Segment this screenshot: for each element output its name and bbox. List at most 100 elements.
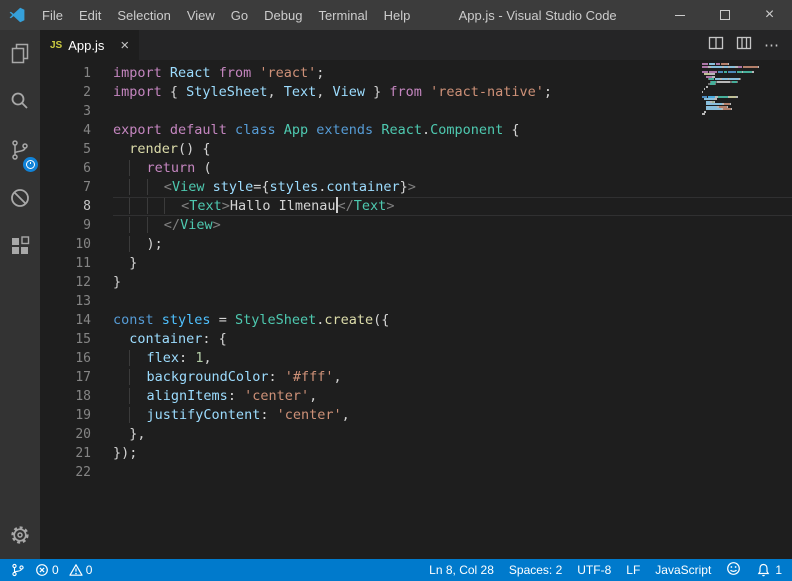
indentation-setting[interactable]: Spaces: 2 [509, 563, 562, 577]
line-content: container: { [113, 330, 792, 349]
tab-appjs[interactable]: JS App.js × [40, 30, 139, 60]
menu-debug[interactable]: Debug [256, 0, 310, 30]
branch-indicator[interactable] [8, 563, 28, 577]
source-control-badge [23, 157, 38, 172]
activity-source-control-button[interactable] [0, 126, 40, 174]
code-line[interactable]: 6 return ( [40, 159, 792, 178]
line-number: 17 [40, 368, 91, 387]
line-content: justifyContent: 'center', [113, 406, 792, 425]
code-line[interactable]: 3 [40, 102, 792, 121]
error-indicator[interactable]: 0 [32, 563, 62, 577]
error-icon [35, 563, 49, 577]
line-number: 18 [40, 387, 91, 406]
line-number: 8 [40, 197, 91, 216]
line-content: render() { [113, 140, 792, 159]
editor-actions: ⋯ [708, 30, 792, 60]
indent-guide [129, 388, 146, 404]
code-line[interactable]: 10 ); [40, 235, 792, 254]
encoding-setting[interactable]: UTF-8 [577, 563, 611, 577]
manage-button[interactable] [0, 511, 40, 559]
line-content: }, [113, 425, 792, 444]
toggle-layout-button[interactable] [736, 35, 752, 56]
code-line[interactable]: 4 export default class App extends React.… [40, 121, 792, 140]
warning-icon [69, 563, 83, 577]
more-actions-icon[interactable]: ⋯ [764, 36, 780, 54]
code-line[interactable]: 21}); [40, 444, 792, 463]
line-content: flex: 1, [113, 349, 792, 368]
code-line[interactable]: 14const styles = StyleSheet.create({ [40, 311, 792, 330]
code-line[interactable]: 7 <View style={styles.container}> [40, 178, 792, 197]
code-line[interactable]: 13 [40, 292, 792, 311]
minimap[interactable] [702, 63, 762, 118]
line-number: 15 [40, 330, 91, 349]
code-line[interactable]: 18 alignItems: 'center', [40, 387, 792, 406]
notifications-button[interactable]: 1 [756, 563, 782, 578]
activity-explorer-button[interactable] [0, 30, 40, 78]
line-content: backgroundColor: '#fff', [113, 368, 792, 387]
line-number: 14 [40, 311, 91, 330]
line-content: }); [113, 444, 792, 463]
code-line[interactable]: 20 }, [40, 425, 792, 444]
vscode-logo-icon [0, 0, 34, 30]
line-number: 13 [40, 292, 91, 311]
indent-guide [129, 350, 146, 366]
code-line[interactable]: 19 justifyContent: 'center', [40, 406, 792, 425]
tab-label: App.js [68, 38, 104, 53]
tab-close-icon[interactable]: × [120, 38, 129, 53]
split-editor-button[interactable] [708, 35, 724, 56]
line-number: 16 [40, 349, 91, 368]
code-line[interactable]: 15 container: { [40, 330, 792, 349]
code-line[interactable]: 1import React from 'react'; [40, 64, 792, 83]
line-number: 4 [40, 121, 91, 140]
line-number: 2 [40, 83, 91, 102]
cursor-position[interactable]: Ln 8, Col 28 [429, 563, 494, 577]
code-line[interactable]: 8 <Text>Hallo Ilmenau</Text> [40, 197, 792, 216]
code-line[interactable]: 12} [40, 273, 792, 292]
code-line[interactable]: 9 </View> [40, 216, 792, 235]
line-number: 12 [40, 273, 91, 292]
maximize-button[interactable] [702, 0, 747, 30]
line-content [113, 463, 792, 482]
line-number: 9 [40, 216, 91, 235]
line-content: ); [113, 235, 792, 254]
minimize-button[interactable] [657, 0, 702, 30]
line-number: 5 [40, 140, 91, 159]
warning-indicator[interactable]: 0 [66, 563, 96, 577]
search-icon [8, 90, 32, 114]
editor[interactable]: 1import React from 'react';2import { Sty… [40, 60, 792, 559]
debug-icon [8, 186, 32, 210]
javascript-file-icon: JS [50, 40, 62, 51]
language-mode[interactable]: JavaScript [655, 563, 711, 577]
indent-guide [147, 198, 164, 214]
toggle-layout-icon [736, 35, 752, 51]
code-line[interactable]: 2import { StyleSheet, Text, View } from … [40, 83, 792, 102]
activity-search-button[interactable] [0, 78, 40, 126]
indent-guide [129, 236, 146, 252]
menu-go[interactable]: Go [223, 0, 256, 30]
menu-terminal[interactable]: Terminal [310, 0, 375, 30]
menu-help[interactable]: Help [376, 0, 419, 30]
line-number: 20 [40, 425, 91, 444]
menu-view[interactable]: View [179, 0, 223, 30]
code-line[interactable]: 16 flex: 1, [40, 349, 792, 368]
activity-extensions-button[interactable] [0, 222, 40, 270]
code-line[interactable]: 22 [40, 463, 792, 482]
line-number: 19 [40, 406, 91, 425]
error-count: 0 [52, 563, 59, 577]
code-line[interactable]: 11 } [40, 254, 792, 273]
menu-selection[interactable]: Selection [109, 0, 178, 30]
feedback-button[interactable] [726, 561, 741, 579]
close-button[interactable]: × [747, 0, 792, 30]
menu-file[interactable]: File [34, 0, 71, 30]
title-bar: File Edit Selection View Go Debug Termin… [0, 0, 792, 30]
code-line[interactable]: 5 render() { [40, 140, 792, 159]
code-line[interactable]: 17 backgroundColor: '#fff', [40, 368, 792, 387]
line-content: export default class App extends React.C… [113, 121, 792, 140]
minimap-row [702, 66, 762, 68]
eol-setting[interactable]: LF [626, 563, 640, 577]
line-content: import React from 'react'; [113, 64, 792, 83]
activity-debug-button[interactable] [0, 174, 40, 222]
line-number: 11 [40, 254, 91, 273]
menu-edit[interactable]: Edit [71, 0, 109, 30]
explorer-icon [8, 42, 32, 66]
